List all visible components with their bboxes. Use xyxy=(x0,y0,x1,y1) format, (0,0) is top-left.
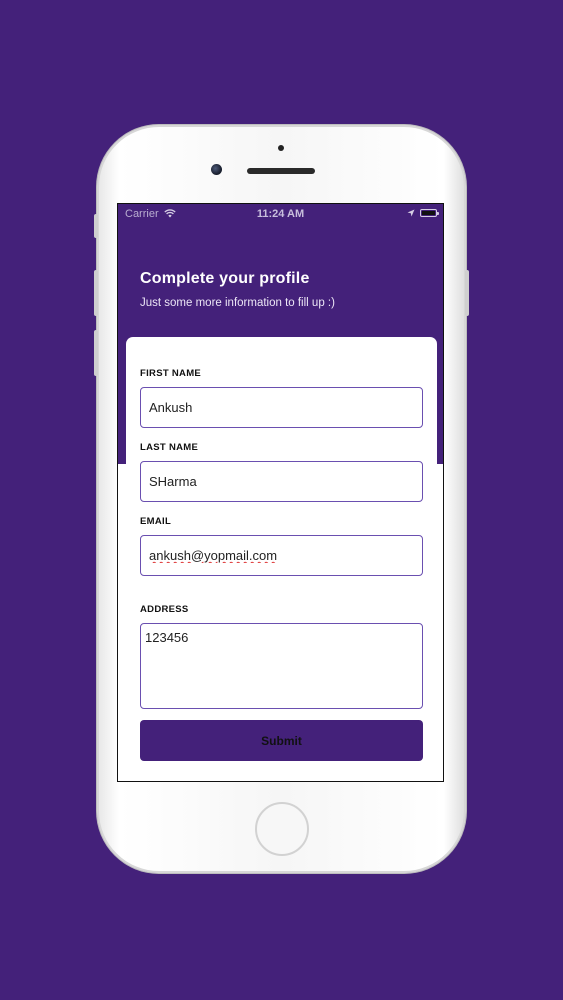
power-button xyxy=(465,270,469,316)
first-name-label: FIRST NAME xyxy=(140,368,202,379)
battery-icon xyxy=(420,209,439,217)
volume-up-button xyxy=(94,270,98,316)
profile-form-card: FIRST NAME LAST NAME EMAIL ADDRESS 12345… xyxy=(126,337,437,781)
proximity-sensor xyxy=(278,145,284,151)
submit-button[interactable]: Submit xyxy=(140,720,423,761)
app-stage: Carrier 11:24 AM Complete your profile J… xyxy=(0,0,563,1000)
status-bar: Carrier 11:24 AM xyxy=(118,204,443,224)
volume-down-button xyxy=(94,330,98,376)
mute-switch xyxy=(94,214,98,238)
page-title: Complete your profile xyxy=(140,270,310,287)
address-label: ADDRESS xyxy=(140,604,189,615)
speaker-grille xyxy=(247,168,315,174)
last-name-label: LAST NAME xyxy=(140,442,199,453)
location-icon xyxy=(407,209,415,217)
page-subtitle: Just some more information to fill up :) xyxy=(140,297,335,309)
email-field[interactable] xyxy=(140,535,423,576)
status-time: 11:24 AM xyxy=(256,208,305,220)
last-name-field[interactable] xyxy=(140,461,423,502)
camera-icon xyxy=(211,164,222,175)
first-name-field[interactable] xyxy=(140,387,423,428)
address-field[interactable]: 123456 xyxy=(140,623,423,709)
home-button xyxy=(255,802,309,856)
email-label: EMAIL xyxy=(140,516,172,527)
phone-screen: Carrier 11:24 AM Complete your profile J… xyxy=(117,203,444,782)
